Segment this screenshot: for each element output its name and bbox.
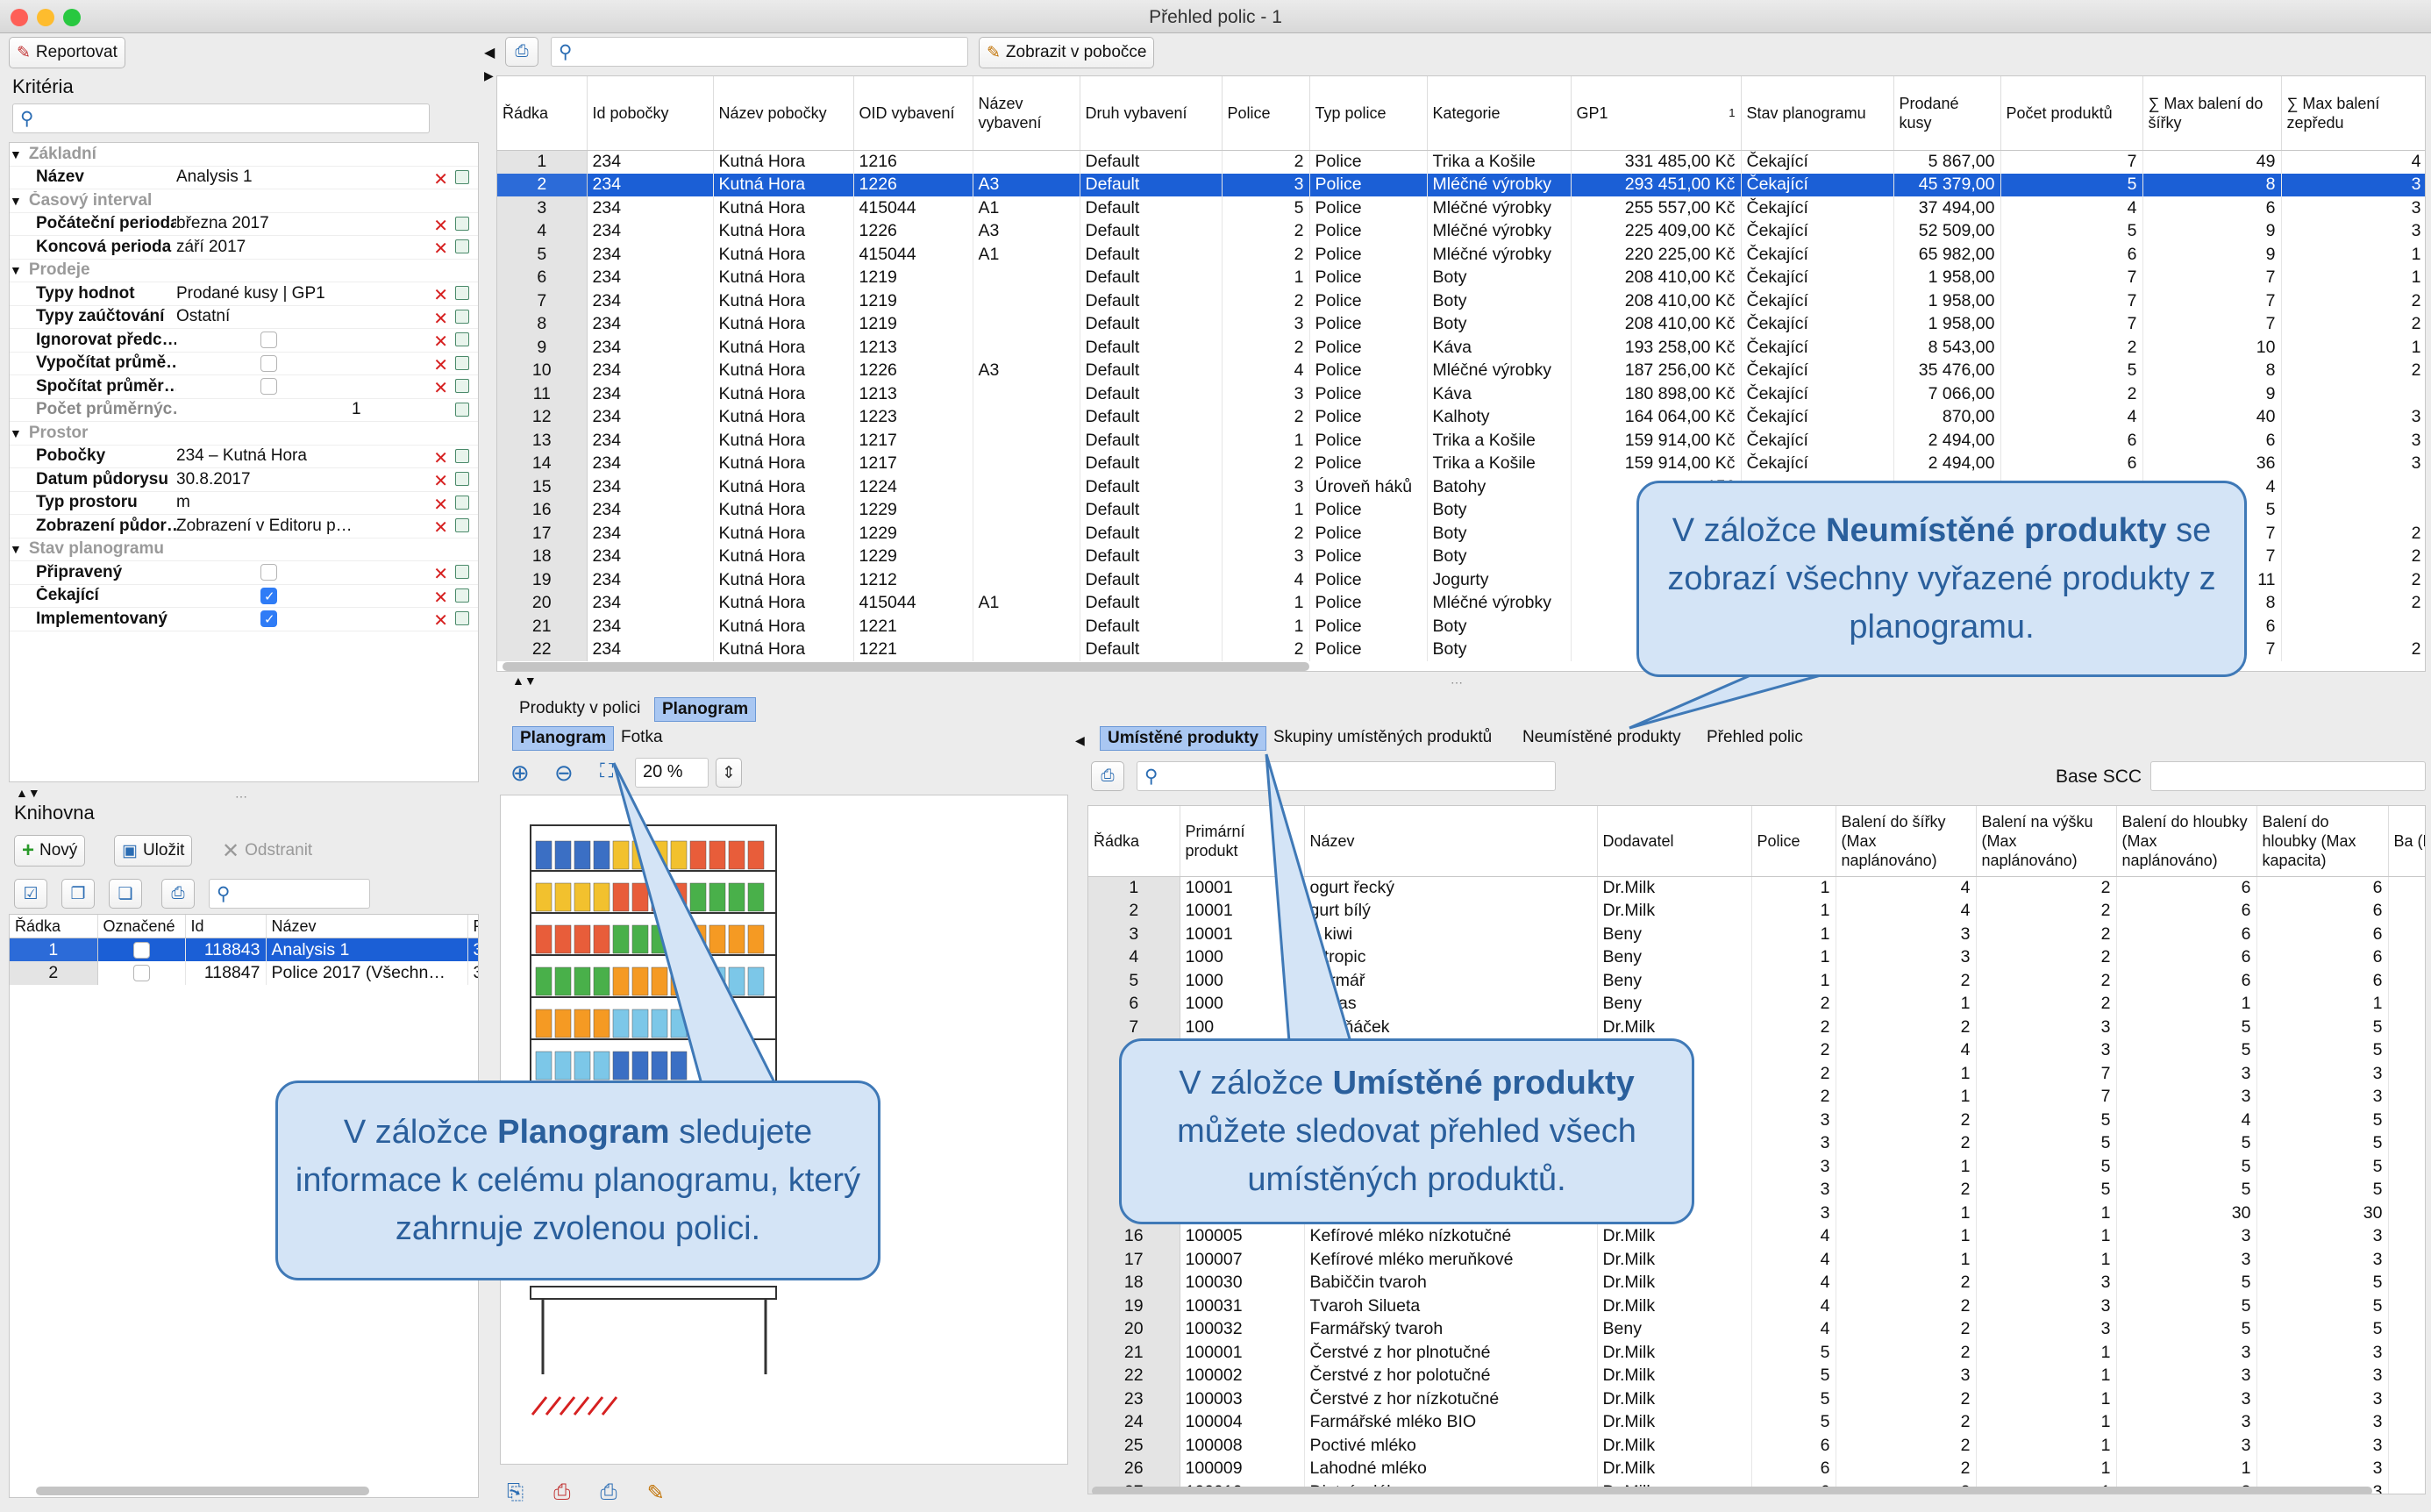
callout-unplaced-pre: V záložce xyxy=(1672,511,1827,549)
callout-placed-bold: Umístěné produkty xyxy=(1332,1064,1635,1102)
callout-placed-pre: V záložce xyxy=(1179,1064,1333,1102)
callout-unplaced-products: V záložce Neumístěné produkty se zobrazí… xyxy=(1636,481,2247,677)
callout-placed-products: V záložce Umístěné produkty můžete sledo… xyxy=(1119,1038,1694,1224)
callout-pointers xyxy=(612,674,1821,1086)
callout-placed-post: můžete sledovat přehled všech umístěných… xyxy=(1177,1112,1636,1198)
callout-planogram-bold: Planogram xyxy=(497,1113,670,1151)
callout-planogram: V záložce Planogram sledujete informace … xyxy=(275,1081,880,1280)
callout-planogram-pre: V záložce xyxy=(343,1113,498,1151)
callout-unplaced-bold: Neumístěné produkty xyxy=(1826,511,2167,549)
